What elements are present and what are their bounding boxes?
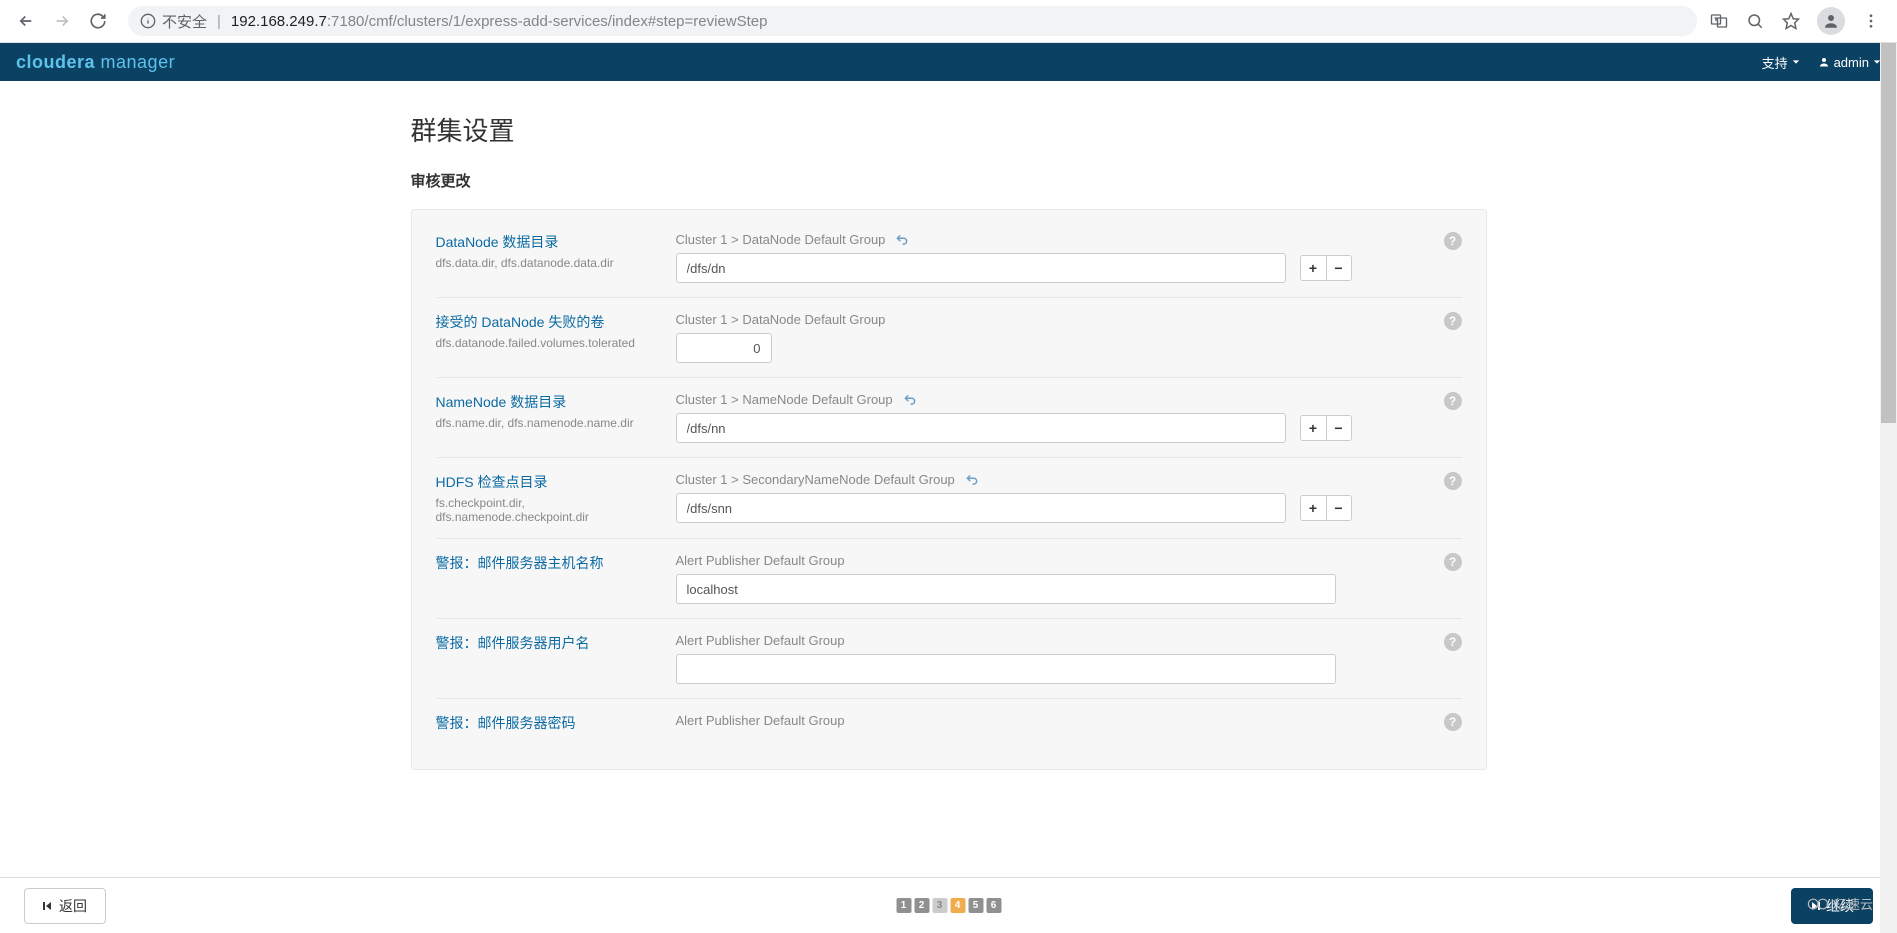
config-scope: Cluster 1 > DataNode Default Group [676, 232, 1462, 247]
back-button[interactable]: 返回 [24, 888, 106, 924]
config-text-input[interactable] [676, 413, 1286, 443]
help-icon[interactable]: ? [1444, 633, 1462, 651]
config-row: 警报：邮件服务器主机名称 Alert Publisher Default Grou… [436, 538, 1462, 618]
config-sublabel: fs.checkpoint.dir, dfs.namenode.checkpoi… [436, 496, 664, 524]
remove-button[interactable]: − [1326, 415, 1352, 441]
step-back-icon [43, 901, 53, 911]
url-path: :7180/cmf/clusters/1/express-add-service… [327, 13, 768, 30]
step-1[interactable]: 1 [896, 898, 911, 913]
step-4[interactable]: 4 [950, 898, 965, 913]
user-menu[interactable]: admin [1818, 55, 1881, 70]
config-text-input[interactable] [676, 253, 1286, 283]
step-3[interactable]: 3 [932, 898, 947, 913]
config-scope: Alert Publisher Default Group [676, 713, 1462, 728]
main-content: 群集设置 审核更改 DataNode 数据目录 dfs.data.dir, dfs… [0, 81, 1897, 877]
add-button[interactable]: + [1300, 255, 1326, 281]
config-text-input[interactable] [676, 574, 1336, 604]
config-row: DataNode 数据目录 dfs.data.dir, dfs.datanode.… [436, 228, 1462, 297]
config-label[interactable]: DataNode 数据目录 [436, 232, 664, 252]
url-host: 192.168.249.7 [231, 13, 327, 30]
scrollbar-thumb[interactable] [1881, 43, 1896, 423]
config-scope: Cluster 1 > DataNode Default Group [676, 312, 1462, 327]
config-label[interactable]: 警报：邮件服务器主机名称 [436, 553, 664, 573]
config-scope: Alert Publisher Default Group [676, 553, 1462, 568]
support-menu[interactable]: 支持 [1762, 53, 1800, 72]
config-row: 接受的 DataNode 失败的卷 dfs.datanode.failed.vol… [436, 297, 1462, 377]
step-indicator: 123456 [896, 898, 1001, 913]
config-scope: Alert Publisher Default Group [676, 633, 1462, 648]
help-icon[interactable]: ? [1444, 312, 1462, 330]
menu-icon[interactable] [1861, 11, 1881, 31]
config-row: 警报：邮件服务器密码 Alert Publisher Default Group? [436, 698, 1462, 751]
add-button[interactable]: + [1300, 495, 1326, 521]
wizard-footer: 返回 123456 继续 [0, 877, 1897, 933]
app-header: cloudera manager 支持 admin [0, 43, 1897, 81]
config-label[interactable]: 接受的 DataNode 失败的卷 [436, 312, 664, 332]
step-6[interactable]: 6 [986, 898, 1001, 913]
translate-icon[interactable] [1709, 11, 1729, 31]
help-icon[interactable]: ? [1444, 232, 1462, 250]
revert-icon[interactable] [895, 233, 909, 247]
insecure-label: 不安全 [162, 11, 207, 32]
config-row: HDFS 检查点目录 fs.checkpoint.dir, dfs.namenod… [436, 457, 1462, 538]
url-bar[interactable]: 不安全 | 192.168.249.7:7180/cmf/clusters/1/… [128, 6, 1697, 36]
config-number-input[interactable] [676, 333, 772, 363]
watermark: 亿速云 [1806, 894, 1873, 913]
config-scope: Cluster 1 > NameNode Default Group [676, 392, 1462, 407]
reload-button[interactable] [80, 3, 116, 39]
revert-icon[interactable] [903, 393, 917, 407]
config-label[interactable]: 警报：邮件服务器用户名 [436, 633, 664, 653]
config-label[interactable]: NameNode 数据目录 [436, 392, 664, 412]
config-text-input[interactable] [676, 654, 1336, 684]
user-icon [1818, 56, 1830, 68]
page-title: 群集设置 [411, 111, 1487, 148]
config-panel: DataNode 数据目录 dfs.data.dir, dfs.datanode.… [411, 209, 1487, 770]
config-sublabel: dfs.data.dir, dfs.datanode.data.dir [436, 256, 664, 270]
logo[interactable]: cloudera manager [16, 52, 175, 73]
zoom-icon[interactable] [1745, 11, 1765, 31]
back-button[interactable] [8, 3, 44, 39]
forward-button[interactable] [44, 3, 80, 39]
remove-button[interactable]: − [1326, 495, 1352, 521]
add-button[interactable]: + [1300, 415, 1326, 441]
config-sublabel: dfs.name.dir, dfs.namenode.name.dir [436, 416, 664, 430]
profile-avatar[interactable] [1817, 7, 1845, 35]
config-sublabel: dfs.datanode.failed.volumes.tolerated [436, 336, 664, 350]
step-2[interactable]: 2 [914, 898, 929, 913]
remove-button[interactable]: − [1326, 255, 1352, 281]
section-title: 审核更改 [411, 170, 1487, 191]
help-icon[interactable]: ? [1444, 713, 1462, 731]
help-icon[interactable]: ? [1444, 472, 1462, 490]
step-5[interactable]: 5 [968, 898, 983, 913]
config-label[interactable]: 警报：邮件服务器密码 [436, 713, 664, 733]
chevron-down-icon [1792, 58, 1800, 66]
info-icon [140, 13, 156, 29]
config-label[interactable]: HDFS 检查点目录 [436, 472, 664, 492]
config-text-input[interactable] [676, 493, 1286, 523]
config-scope: Cluster 1 > SecondaryNameNode Default Gr… [676, 472, 1462, 487]
help-icon[interactable]: ? [1444, 553, 1462, 571]
help-icon[interactable]: ? [1444, 392, 1462, 410]
config-row: NameNode 数据目录 dfs.name.dir, dfs.namenode.… [436, 377, 1462, 457]
star-icon[interactable] [1781, 11, 1801, 31]
watermark-icon [1806, 896, 1830, 912]
config-row: 警报：邮件服务器用户名 Alert Publisher Default Group… [436, 618, 1462, 698]
browser-toolbar: 不安全 | 192.168.249.7:7180/cmf/clusters/1/… [0, 0, 1897, 43]
revert-icon[interactable] [965, 473, 979, 487]
